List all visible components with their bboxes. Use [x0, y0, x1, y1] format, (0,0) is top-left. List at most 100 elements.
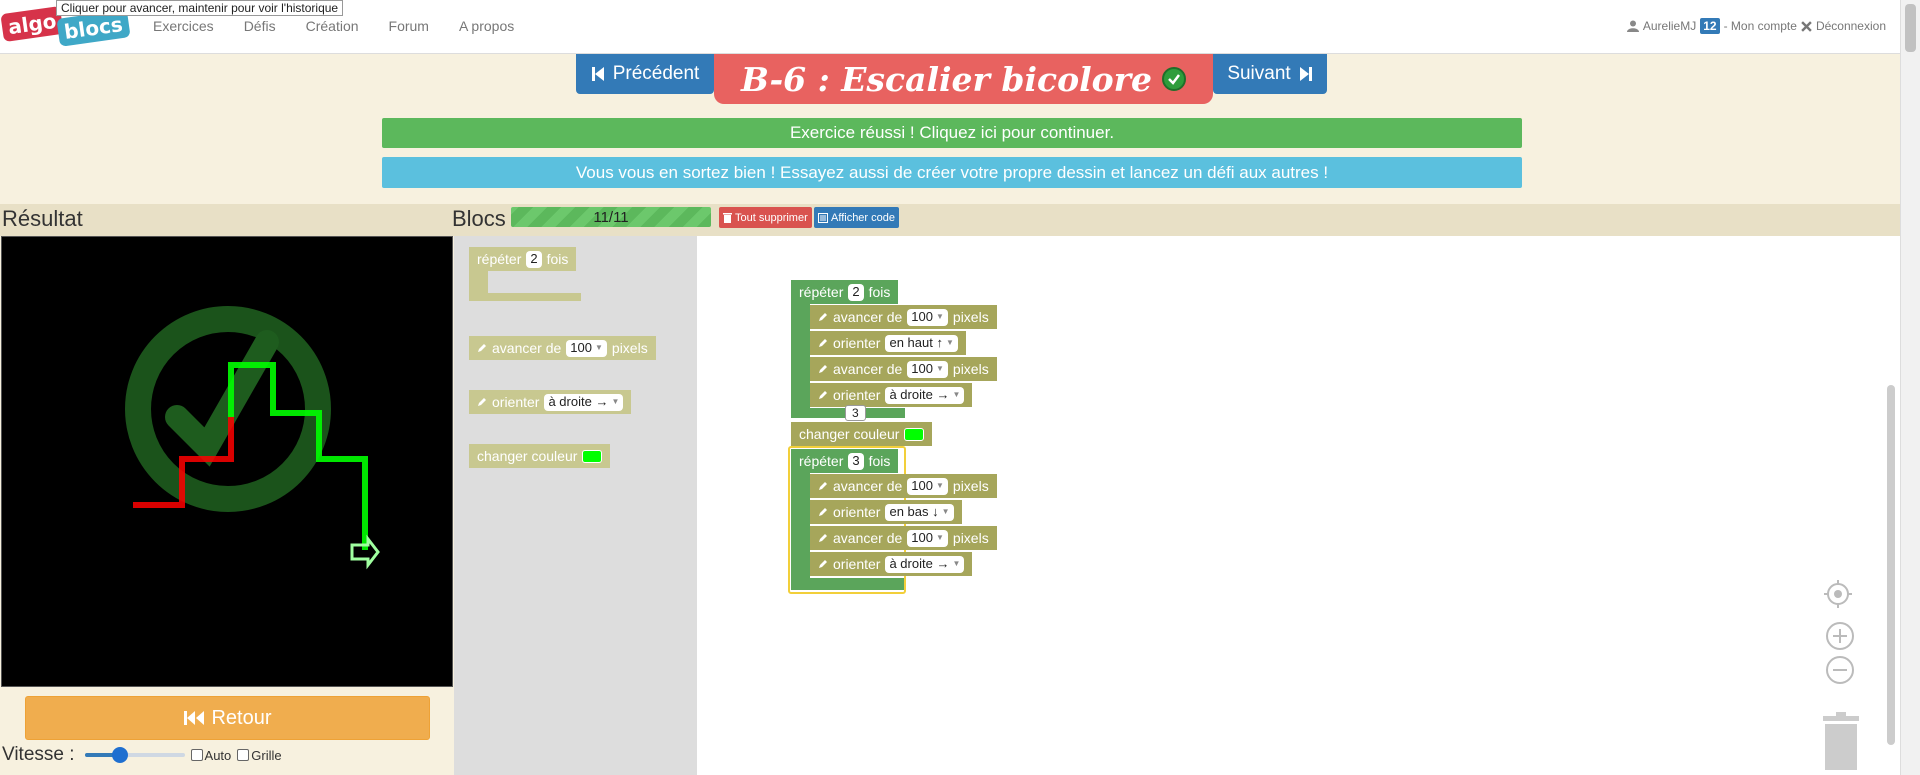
toolbox-repeat-suffix: fois [546, 251, 569, 267]
repeat-1-body [791, 304, 810, 408]
r1-orient-2-value[interactable]: à droite → ▼ [885, 386, 965, 404]
r2-orient-block-2[interactable]: orienter à droite → ▼ [810, 552, 973, 576]
r1-orient-block-2[interactable]: orienter à droite → ▼ [810, 383, 973, 407]
trash-icon[interactable] [1819, 712, 1863, 770]
pencil-icon [819, 560, 827, 568]
username[interactable]: AurelieMJ [1643, 19, 1696, 33]
r1-forward-1-label: avancer de [833, 309, 903, 325]
toolbox-forward-value[interactable]: 100 ▼ [566, 339, 607, 357]
r2-orient-1-value[interactable]: en bas ↓ ▼ [885, 503, 954, 521]
r2-forward-block-2[interactable]: avancer de 100 ▼ pixels [810, 526, 997, 550]
workspace-scrollbar[interactable] [1887, 385, 1895, 745]
r1-orient-1-value[interactable]: en haut ↑ ▼ [885, 334, 958, 352]
r2-forward-2-number: 100 [911, 530, 933, 545]
pencil-icon [478, 398, 486, 406]
repeat-block-1[interactable]: répéter 2 fois [791, 280, 899, 304]
r2-forward-1-value[interactable]: 100 ▼ [907, 477, 948, 495]
zoom-in-icon[interactable] [1825, 621, 1855, 651]
change-color-swatch[interactable] [904, 427, 925, 441]
repeat-2-label: répéter [799, 453, 844, 469]
r1-forward-block-1[interactable]: avancer de 100 ▼ pixels [810, 305, 997, 329]
code-icon [818, 212, 828, 223]
r2-orient-block-1[interactable]: orienter en bas ↓ ▼ [810, 500, 962, 524]
toolbox-orient-value[interactable]: à droite → ▼ [544, 393, 624, 411]
info-alert: Vous vous en sortez bien ! Essayez aussi… [382, 157, 1522, 188]
recenter-icon[interactable] [1823, 579, 1853, 609]
r1-forward-2-number: 100 [911, 361, 933, 376]
zoom-out-icon[interactable] [1825, 655, 1855, 685]
r2-forward-2-value[interactable]: 100 ▼ [907, 529, 948, 547]
toolbox-color-swatch[interactable] [582, 449, 603, 463]
speed-slider-knob[interactable] [111, 747, 128, 763]
pencil-icon [819, 339, 827, 347]
account-link[interactable]: - Mon compte [1724, 19, 1797, 33]
speed-slider[interactable] [84, 747, 185, 763]
dropdown-arrow-icon: ▼ [935, 533, 944, 542]
r2-forward-block-1[interactable]: avancer de 100 ▼ pixels [810, 474, 997, 498]
toolbox-repeat-count[interactable]: 2 [526, 250, 542, 268]
grid-checkbox[interactable] [237, 749, 250, 761]
repeat-block-2[interactable]: répéter 3 fois [791, 449, 899, 473]
speed-label: Vitesse : [2, 744, 75, 765]
show-code-button[interactable]: Afficher code [814, 207, 900, 228]
pencil-icon [819, 391, 827, 399]
blocs-title: Blocs [452, 206, 506, 231]
rewind-icon [184, 711, 205, 725]
auto-checkbox[interactable] [190, 749, 203, 761]
result-title: Résultat [2, 206, 83, 231]
toolbox-orient-block[interactable]: orienter à droite → ▼ [469, 390, 632, 414]
page-scrollbar-thumb[interactable] [1905, 4, 1916, 52]
logout-link[interactable]: Déconnexion [1816, 19, 1886, 33]
repeat-1-count[interactable]: 2 [848, 283, 864, 301]
repeat-2-count[interactable]: 3 [848, 452, 864, 470]
nav-forum[interactable]: Forum [374, 0, 444, 54]
drawing-canvas[interactable] [1, 236, 453, 687]
dropdown-arrow-icon: ▼ [611, 397, 620, 406]
logo-algo: algo [0, 5, 65, 43]
grid-option[interactable]: Grille [237, 747, 282, 763]
r2-orient-2-value[interactable]: à droite → ▼ [885, 555, 965, 573]
previous-button[interactable]: Précédent [576, 54, 714, 94]
check-icon [1162, 67, 1187, 91]
repeat-2-suffix: fois [868, 453, 891, 469]
toolbox-repeat-footer [469, 293, 581, 301]
pencil-icon [819, 534, 827, 542]
dropdown-arrow-icon: ▼ [935, 364, 944, 373]
block-workspace[interactable]: répéter 2 fois avancer de 100 ▼ pixels or… [697, 236, 1900, 775]
toolbox-repeat-label: répéter [477, 251, 522, 267]
success-alert[interactable]: Exercice réussi ! Cliquez ici pour conti… [382, 118, 1522, 148]
page-scrollbar[interactable] [1900, 0, 1920, 775]
r1-orient-2-label: orienter [833, 387, 881, 403]
next-button[interactable]: Suivant [1213, 54, 1327, 94]
r1-orient-2-text: à droite → [889, 387, 950, 402]
auto-option[interactable]: Auto [190, 748, 231, 763]
retour-button[interactable]: Retour [25, 696, 430, 740]
dropdown-arrow-icon: ▼ [594, 343, 603, 352]
r2-orient-1-label: orienter [833, 504, 881, 520]
change-color-block[interactable]: changer couleur [791, 422, 933, 446]
toolbox-repeat-block[interactable]: répéter 2 fois [469, 247, 577, 271]
close-icon [1801, 20, 1812, 32]
next-label: Suivant [1227, 63, 1291, 84]
r1-forward-1-value[interactable]: 100 ▼ [907, 308, 948, 326]
grid-label: Grille [251, 747, 282, 763]
r2-forward-1-suffix: pixels [952, 478, 989, 494]
r1-orient-block-1[interactable]: orienter en haut ↑ ▼ [810, 331, 966, 355]
delete-all-button[interactable]: Tout supprimer [719, 207, 812, 228]
pencil-icon [478, 344, 486, 352]
repeat-2-footer [791, 578, 904, 590]
toolbox-forward-block[interactable]: avancer de 100 ▼ pixels [469, 336, 656, 360]
toolbox-color-label: changer couleur [477, 448, 578, 464]
drawing-svg [125, 306, 380, 570]
count-bubble: 3 [845, 405, 866, 421]
pencil-icon [819, 313, 827, 321]
user-icon [1626, 20, 1639, 32]
trash-icon [723, 212, 732, 223]
dropdown-arrow-icon: ▼ [941, 507, 950, 516]
block-toolbox: répéter 2 fois avancer de 100 ▼ pixels or… [454, 236, 697, 775]
dropdown-arrow-icon: ▼ [952, 559, 961, 568]
toolbox-color-block[interactable]: changer couleur [469, 444, 611, 468]
r1-forward-block-2[interactable]: avancer de 100 ▼ pixels [810, 357, 997, 381]
r1-forward-2-value[interactable]: 100 ▼ [907, 360, 948, 378]
nav-apropos[interactable]: A propos [444, 0, 529, 54]
